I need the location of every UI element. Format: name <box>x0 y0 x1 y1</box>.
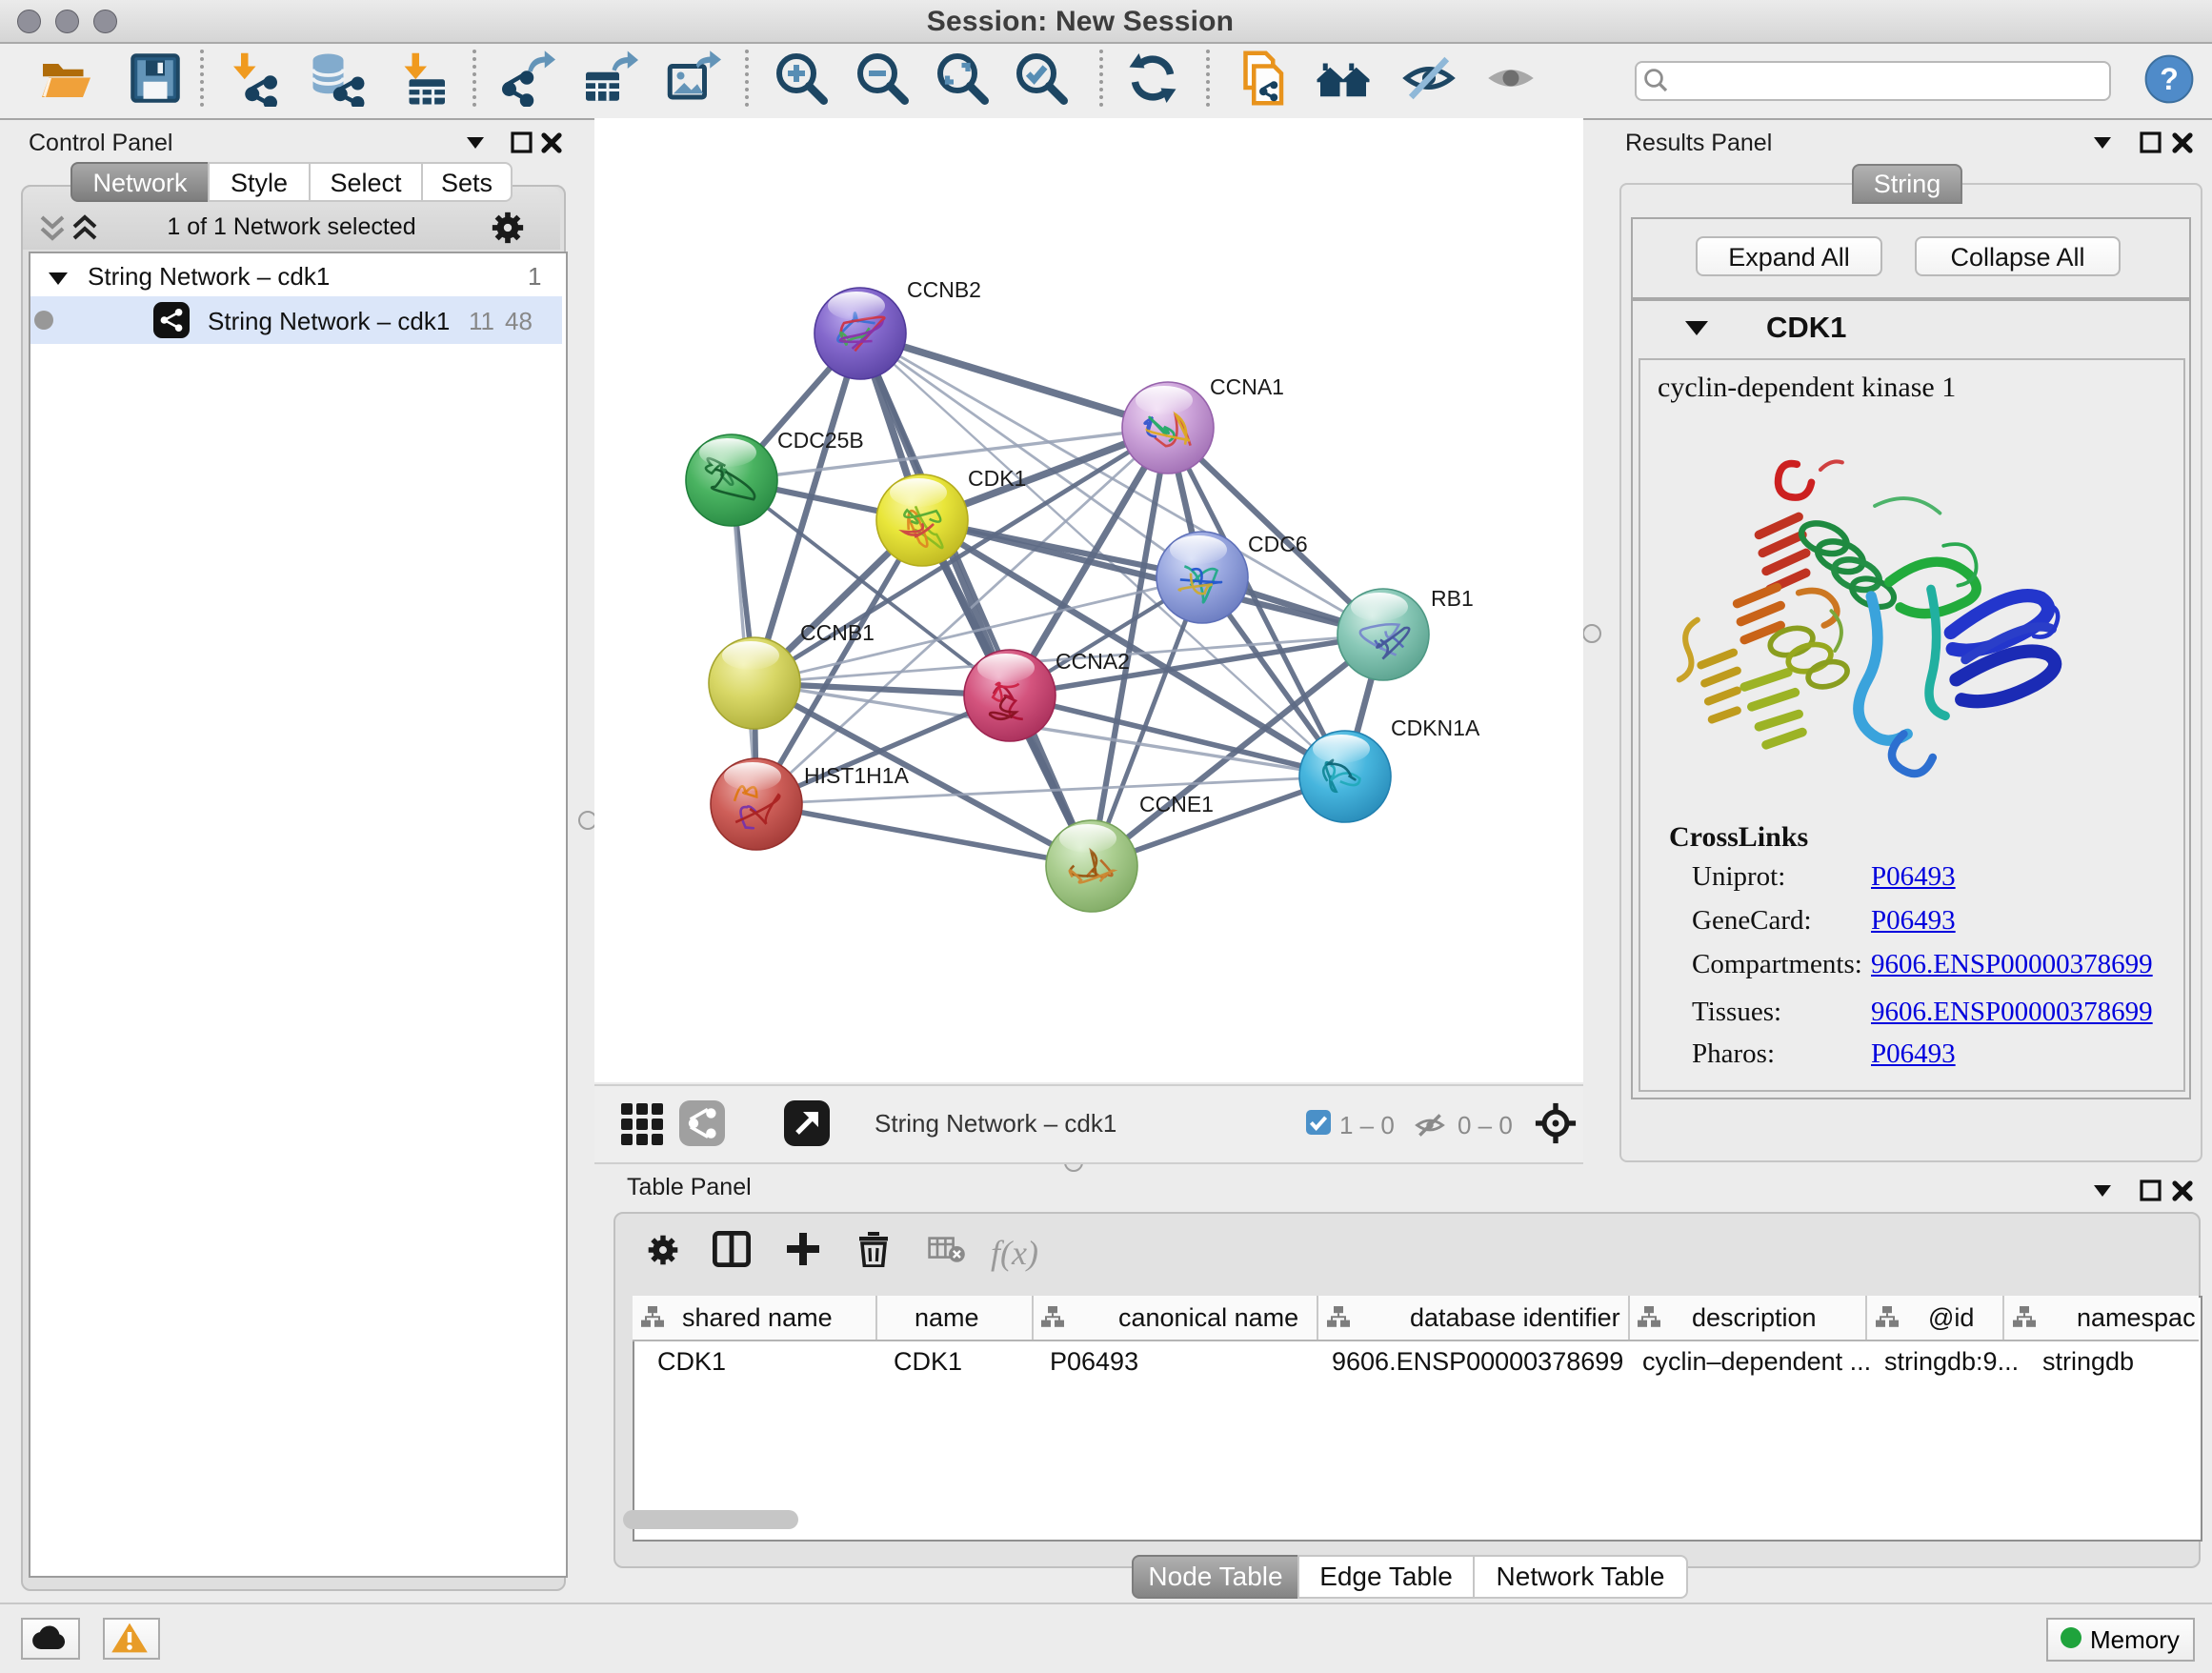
svg-text:?: ? <box>2160 62 2179 96</box>
svg-text:CCNE1: CCNE1 <box>1139 792 1214 816</box>
svg-text:CCNA1: CCNA1 <box>1210 374 1284 399</box>
svg-text:CDC25B: CDC25B <box>777 428 864 453</box>
svg-text:CDC6: CDC6 <box>1248 532 1308 556</box>
svg-text:CCNB1: CCNB1 <box>800 620 875 645</box>
svg-text:CCNA2: CCNA2 <box>1056 649 1130 674</box>
svg-text:CCNB2: CCNB2 <box>907 277 981 302</box>
svg-text:CDK1: CDK1 <box>968 466 1026 491</box>
svg-text:CDKN1A: CDKN1A <box>1391 716 1480 740</box>
svg-text:RB1: RB1 <box>1431 586 1474 611</box>
svg-text:HIST1H1A: HIST1H1A <box>804 763 910 788</box>
